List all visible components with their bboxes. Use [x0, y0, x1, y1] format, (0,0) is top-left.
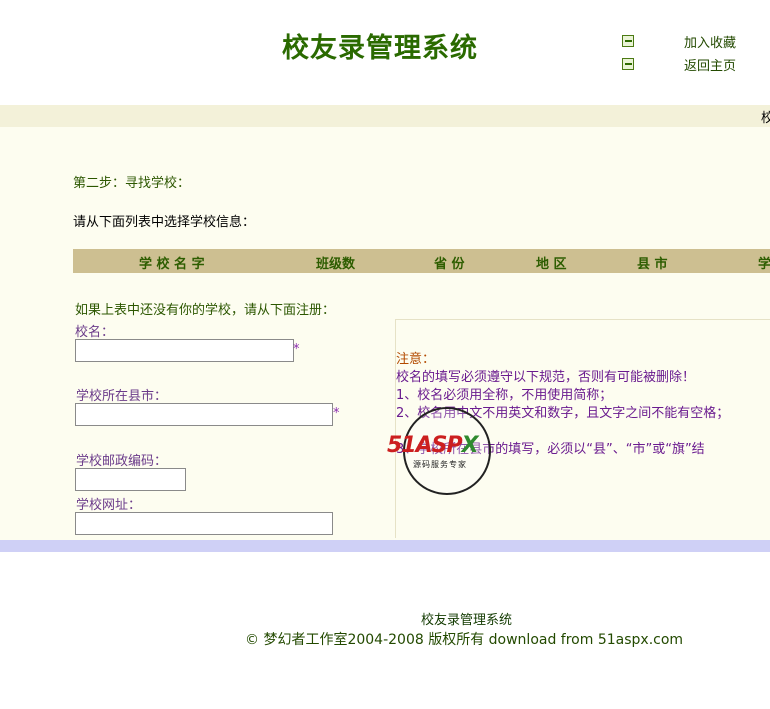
copyright: © 梦幻者工作室2004-2008 版权所有 download from 51a… [245, 632, 684, 648]
watermark-logo: 51ASPX 源码服务专家 [387, 407, 497, 495]
school-table-body [73, 273, 770, 299]
register-notice: 如果上表中还没有你的学校，请从下面注册： [75, 303, 336, 318]
watermark-sub: 源码服务专家 [413, 460, 467, 469]
nav-band: 校 [0, 105, 770, 127]
county-label: 学校所在县市： [76, 389, 168, 404]
school-name-required: * [293, 342, 300, 357]
footer-band [0, 540, 770, 552]
watermark-x: X [461, 433, 479, 458]
col-county: 县 市 [637, 257, 668, 272]
main-content: 第二步：寻找学校： 请从下面列表中选择学校信息： 学 校 名 字 班级数 省 份… [0, 127, 770, 540]
col-more: 学 [758, 257, 770, 272]
school-table-header: 学 校 名 字 班级数 省 份 地 区 县 市 学 [73, 249, 770, 273]
band-text: 校 [760, 111, 770, 126]
website-label: 学校网址： [76, 498, 142, 513]
note-line: 校名的填写必须遵守以下规范，否则有可能被删除！ [396, 370, 696, 385]
col-school-name: 学 校 名 字 [139, 257, 205, 272]
note-title: 注意： [396, 352, 436, 367]
school-name-label: 校名： [75, 325, 115, 340]
arrow-in-icon [622, 35, 634, 47]
add-favorite-link[interactable]: 加入收藏 [622, 32, 762, 51]
col-province: 省 份 [434, 257, 465, 272]
school-name-input[interactable] [75, 339, 294, 362]
note-top-border [395, 319, 770, 320]
website-input[interactable] [75, 512, 333, 535]
col-region: 地 区 [536, 257, 567, 272]
county-required: * [333, 406, 340, 421]
col-class-count: 班级数 [316, 257, 356, 272]
choose-instruction: 请从下面列表中选择学校信息： [73, 215, 256, 230]
arrow-in-icon [622, 58, 634, 70]
site-title: 校友录管理系统 [282, 33, 478, 64]
return-home-label[interactable]: 返回主页 [684, 55, 736, 74]
watermark-text: 51ASPX [387, 433, 479, 458]
add-favorite-label[interactable]: 加入收藏 [684, 32, 736, 51]
postcode-input[interactable] [75, 468, 186, 491]
step-title: 第二步：寻找学校： [73, 176, 191, 191]
header: 校友录管理系统 加入收藏 返回主页 [0, 0, 770, 105]
register-form: 校名： * 学校所在县市： * 学校邮政编码： 学校网址： [73, 319, 395, 538]
footer-title: 校友录管理系统 [421, 613, 513, 628]
return-home-link[interactable]: 返回主页 [622, 55, 762, 74]
note-line: 1、校名必须用全称，不用使用简称； [396, 388, 613, 403]
watermark-main: 51ASP [387, 433, 463, 458]
postcode-label: 学校邮政编码： [76, 454, 168, 469]
county-input[interactable] [75, 403, 333, 426]
